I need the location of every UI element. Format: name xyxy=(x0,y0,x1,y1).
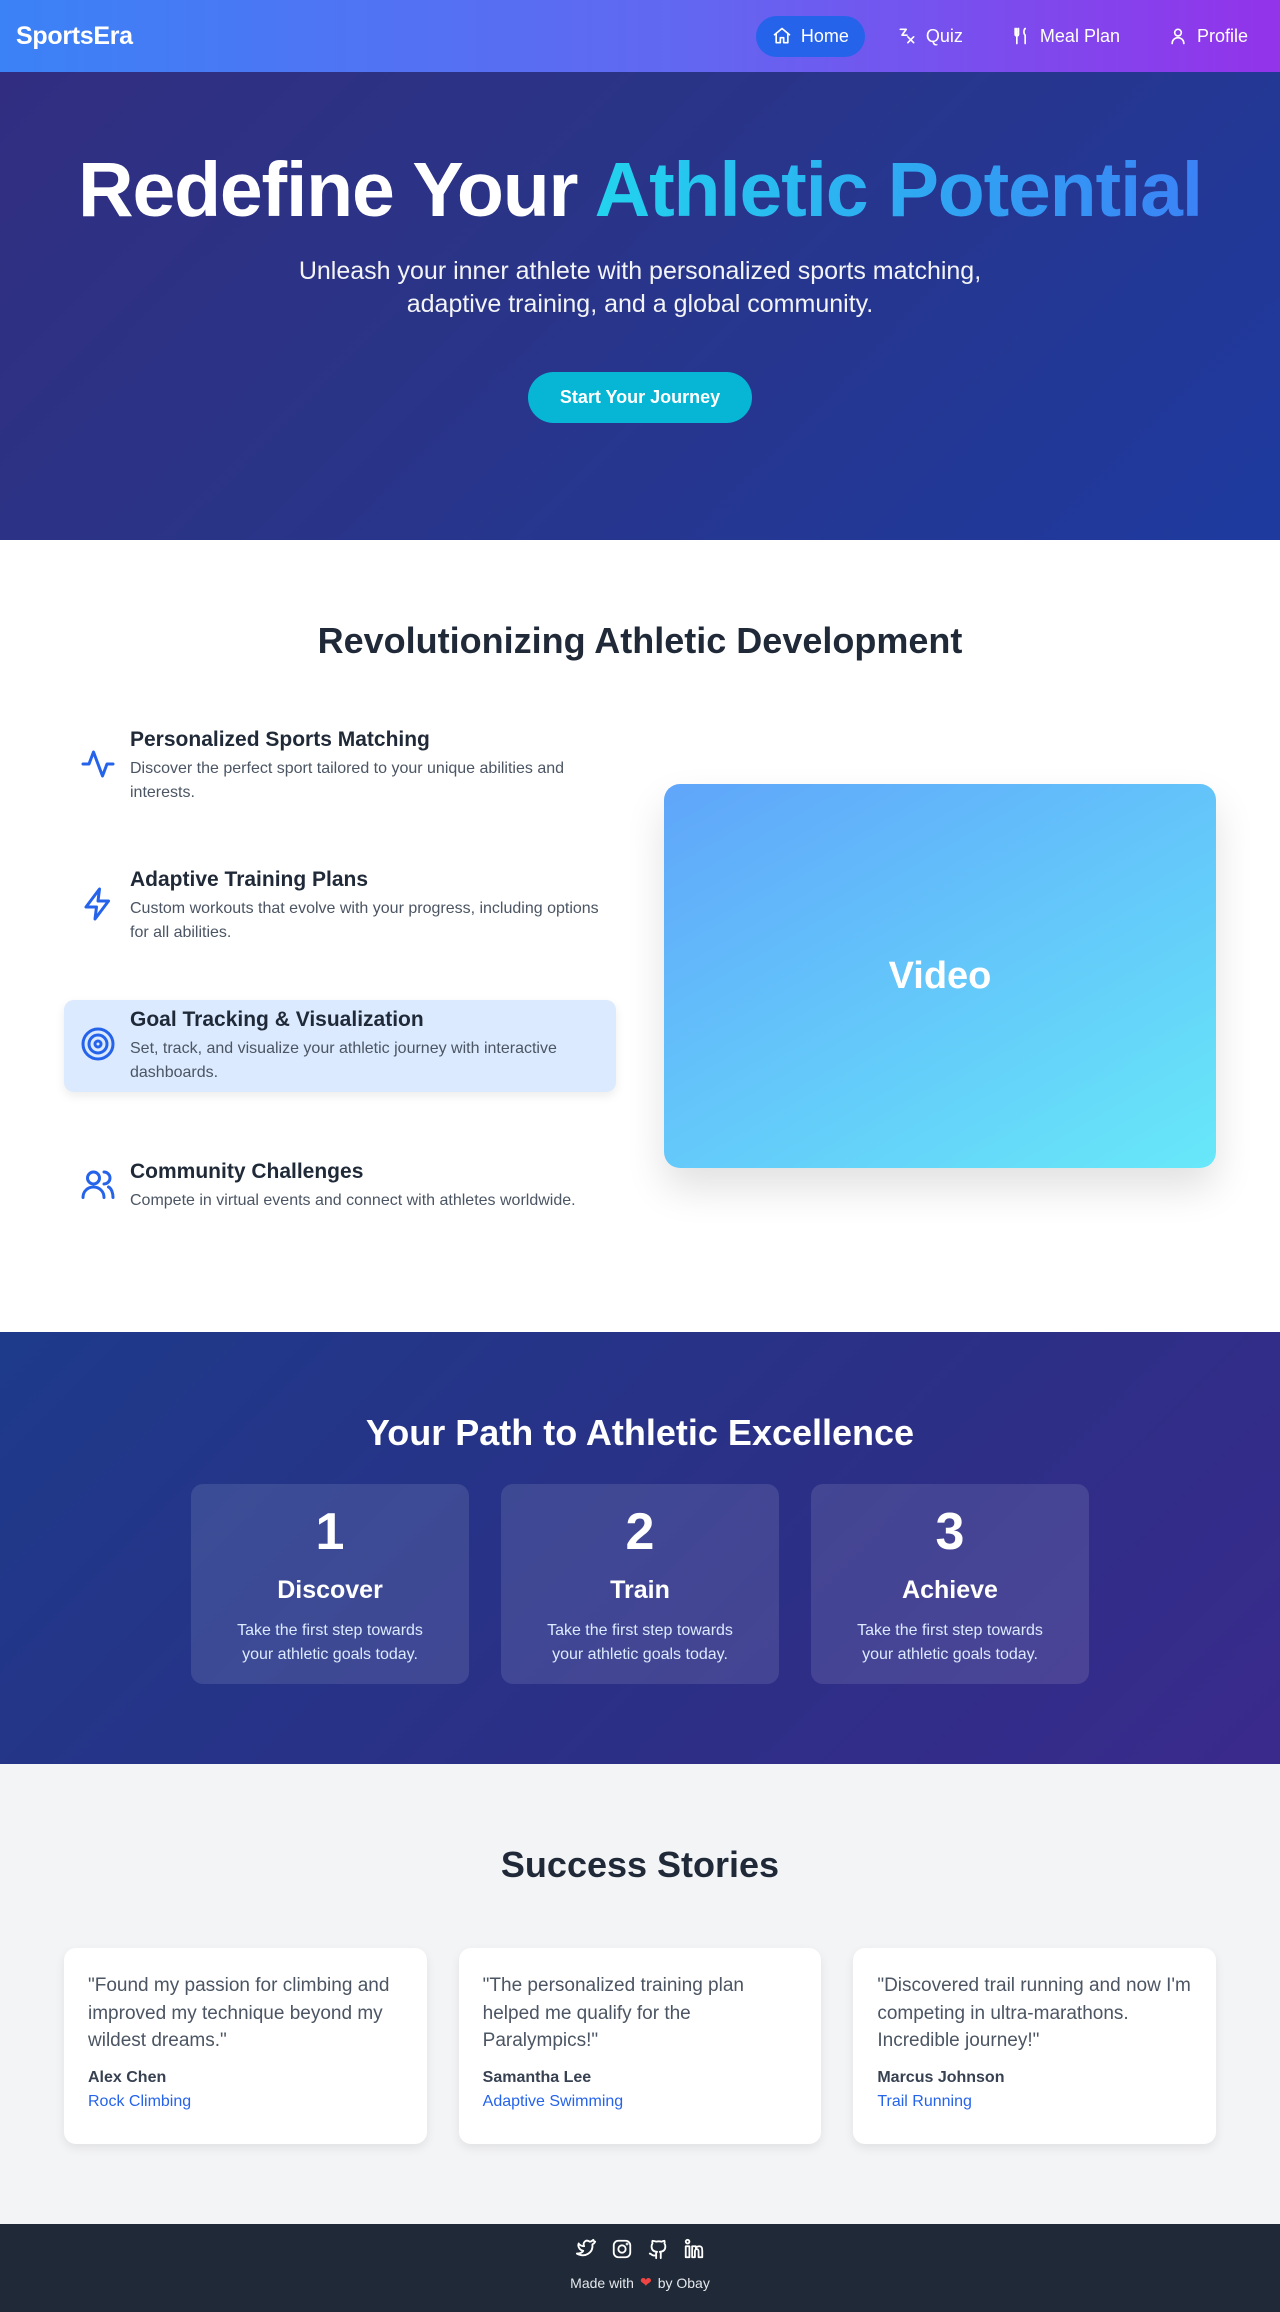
feature-item-community[interactable]: Community Challenges Compete in virtual … xyxy=(64,1140,616,1232)
feature-desc: Custom workouts that evolve with your pr… xyxy=(130,899,599,941)
story-author: Marcus Johnson xyxy=(877,2068,1005,2086)
step-label: Discover xyxy=(277,1576,383,1604)
features-title: Revolutionizing Athletic Development xyxy=(317,620,963,661)
story-quote: "Discovered trail running and now I'm co… xyxy=(877,1975,1191,2052)
nav-item-label: Profile xyxy=(1196,25,1248,46)
hero-title-accent: Athletic Potential xyxy=(594,147,1203,233)
feature-text: Community Challenges Compete in virtual … xyxy=(130,1160,576,1213)
feature-text: Goal Tracking & Visualization Set, track… xyxy=(130,1008,600,1085)
step-desc: Take the first step towards your athleti… xyxy=(857,1622,1043,1663)
user-icon xyxy=(1171,28,1185,45)
step-card-achieve: 3 Achieve Take the first step towards yo… xyxy=(811,1484,1089,1684)
step-label: Train xyxy=(610,1576,670,1604)
story-card: "Discovered trail running and now I'm co… xyxy=(853,1948,1217,2144)
linkedin-icon[interactable] xyxy=(683,2238,705,2260)
hero-title-plain: Redefine Your xyxy=(78,147,595,233)
nav-menu: Home Quiz Meal Plan Profile xyxy=(755,15,1264,57)
made-prefix: Made with xyxy=(570,2274,634,2291)
nav-item-meal-plan[interactable]: Meal Plan xyxy=(995,16,1136,57)
feature-list: Personalized Sports Matching Discover th… xyxy=(64,720,616,1232)
users-icon xyxy=(80,1166,116,1207)
zap-icon xyxy=(80,886,116,927)
nav-item-quiz[interactable]: Quiz xyxy=(881,16,979,57)
twitter-icon[interactable] xyxy=(575,2238,597,2260)
home-icon xyxy=(773,27,791,44)
story-sport: Trail Running xyxy=(877,2092,972,2110)
nav-item-home[interactable]: Home xyxy=(755,15,865,57)
steps-list: 1 Discover Take the first step towards y… xyxy=(0,1484,1280,1684)
footer: Made with ❤ by Obay xyxy=(0,2224,1280,2312)
feature-title: Community Challenges xyxy=(130,1159,364,1183)
step-desc: Take the first step towards your athleti… xyxy=(237,1622,423,1663)
step-label: Achieve xyxy=(902,1576,998,1604)
nav-item-label: Quiz xyxy=(925,25,963,46)
step-card-train: 2 Train Take the first step towards your… xyxy=(501,1484,779,1684)
step-number: 1 xyxy=(315,1503,345,1561)
feature-title: Adaptive Training Plans xyxy=(130,867,369,891)
feature-desc: Compete in virtual events and connect wi… xyxy=(130,1191,576,1209)
hero-subtitle: Unleash your inner athlete with personal… xyxy=(298,256,982,319)
heart-icon: ❤ xyxy=(639,2274,652,2290)
feature-title: Goal Tracking & Visualization xyxy=(130,1007,424,1031)
story-author: Samantha Lee xyxy=(482,2068,592,2086)
feature-item-goal-tracking[interactable]: Goal Tracking & Visualization Set, track… xyxy=(64,1000,616,1092)
hero-title: Redefine Your Athletic Potential xyxy=(0,148,1280,233)
instagram-icon[interactable] xyxy=(611,2238,633,2260)
made-suffix: by Obay xyxy=(657,2274,710,2291)
story-cards: "Found my passion for climbing and impro… xyxy=(0,1948,1280,2144)
story-author: Alex Chen xyxy=(88,2068,167,2086)
story-sport: Rock Climbing xyxy=(88,2092,192,2110)
nav-item-label: Meal Plan xyxy=(1039,25,1120,46)
step-card-discover: 1 Discover Take the first step towards y… xyxy=(191,1484,469,1684)
video-column: Video xyxy=(664,720,1216,1232)
story-sport: Adaptive Swimming xyxy=(482,2092,624,2110)
target-icon xyxy=(80,1026,116,1067)
feature-text: Adaptive Training Plans Custom workouts … xyxy=(130,868,600,945)
feature-text: Personalized Sports Matching Discover th… xyxy=(130,728,600,805)
stories-title: Success Stories xyxy=(500,1844,780,1885)
story-quote: "The personalized training plan helped m… xyxy=(482,1975,744,2052)
start-journey-button[interactable]: Start Your Journey xyxy=(527,372,753,424)
feature-item-sports-matching[interactable]: Personalized Sports Matching Discover th… xyxy=(64,720,616,812)
github-icon[interactable] xyxy=(647,2238,669,2260)
features-content: Personalized Sports Matching Discover th… xyxy=(0,720,1280,1232)
video-player[interactable]: Video xyxy=(664,784,1216,1168)
brand-logo[interactable]: SportsEra xyxy=(16,22,133,51)
features-section: Revolutionizing Athletic Development Per… xyxy=(0,540,1280,1332)
story-card: "The personalized training plan helped m… xyxy=(458,1948,822,2144)
story-card: "Found my passion for climbing and impro… xyxy=(64,1948,427,2144)
feature-desc: Set, track, and visualize your athletic … xyxy=(130,1039,557,1081)
story-quote: "Found my passion for climbing and impro… xyxy=(88,1975,390,2052)
feature-item-training-plans[interactable]: Adaptive Training Plans Custom workouts … xyxy=(64,860,616,952)
feature-desc: Discover the perfect sport tailored to y… xyxy=(130,759,565,801)
activity-icon xyxy=(80,746,116,787)
social-links xyxy=(0,2238,1280,2260)
path-title: Your Path to Athletic Excellence xyxy=(365,1412,915,1453)
hero-section: Redefine Your Athletic Potential Unleash… xyxy=(0,72,1280,540)
quiz-icon xyxy=(899,28,915,44)
stories-section: Success Stories "Found my passion for cl… xyxy=(0,1764,1280,2224)
made-with-text: Made with ❤ by Obay xyxy=(0,2274,1280,2291)
step-number: 3 xyxy=(935,1503,965,1561)
top-nav: SportsEra Home Quiz Meal Plan Profile xyxy=(0,0,1280,72)
path-section: Your Path to Athletic Excellence 1 Disco… xyxy=(0,1332,1280,1764)
step-desc: Take the first step towards your athleti… xyxy=(547,1622,733,1663)
nav-item-profile[interactable]: Profile xyxy=(1152,16,1264,57)
feature-title: Personalized Sports Matching xyxy=(130,727,430,751)
nav-item-label: Home xyxy=(800,25,849,46)
step-number: 2 xyxy=(625,1503,655,1561)
utensils-icon xyxy=(1014,27,1026,45)
